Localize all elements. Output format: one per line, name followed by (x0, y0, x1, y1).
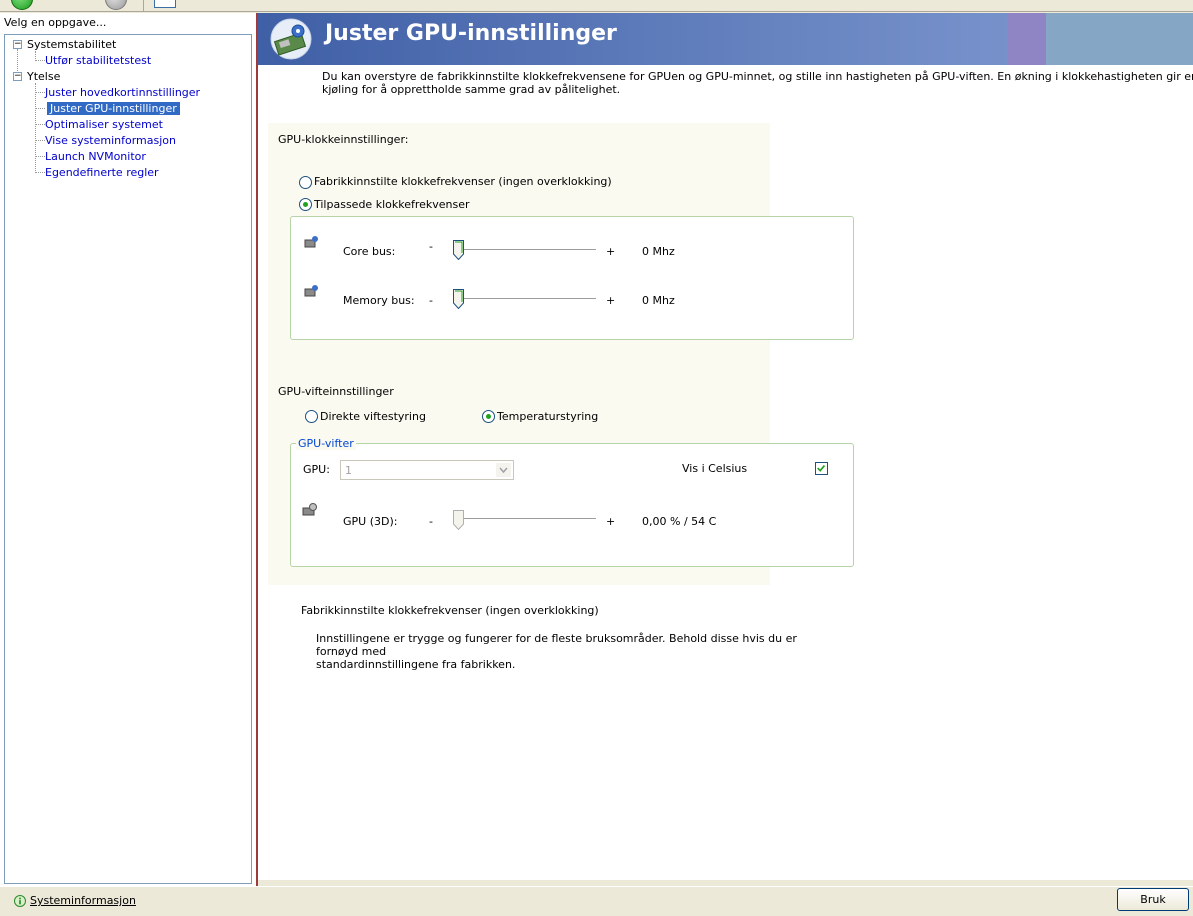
core-chip-icon (304, 236, 318, 248)
description-title: Fabrikkinnstilte klokkefrekvenser (ingen… (301, 604, 599, 617)
page-title: Juster GPU-innstillinger (325, 21, 617, 46)
status-bar: Systeminformasjon Bruk (0, 886, 1193, 916)
description-body: Innstillingene er trygge og fungerer for… (316, 632, 836, 671)
tree-line (35, 140, 45, 141)
memory-value: 0 Mhz (642, 294, 675, 307)
tree-group-ytelse[interactable]: Ytelse (27, 70, 60, 83)
gpu3d-slider-track[interactable] (454, 518, 596, 520)
tree-item-gpu-settings[interactable]: Juster GPU-innstillinger (47, 102, 180, 115)
core-plus: + (606, 245, 616, 258)
radio-direct-fan[interactable] (305, 410, 318, 423)
core-slider-thumb[interactable] (453, 240, 464, 260)
tree-line (35, 108, 45, 109)
tree-line (35, 124, 45, 125)
task-pane: Velg en oppgave... − Systemstabilitet Ut… (0, 13, 256, 886)
clock-group (290, 216, 854, 340)
radio-custom-clock-label[interactable]: Tilpassede klokkefrekvenser (314, 198, 470, 211)
tree-item-hovedkort[interactable]: Juster hovedkortinnstillinger (45, 86, 200, 99)
gpu3d-minus: - (429, 515, 433, 528)
tree-item-optimize[interactable]: Optimaliser systemet (45, 118, 163, 131)
gpu3d-slider-thumb[interactable] (453, 510, 464, 530)
gpu3d-plus: + (606, 515, 616, 528)
memory-slider-track[interactable] (454, 298, 596, 300)
fan-group-legend: GPU-vifter (296, 437, 356, 450)
info-icon (14, 895, 26, 907)
tree-line (35, 172, 45, 173)
core-minus: - (429, 240, 433, 253)
collapse-icon[interactable]: − (13, 72, 22, 81)
tree-item-nvmonitor[interactable]: Launch NVMonitor (45, 150, 146, 163)
gpu-select[interactable]: 1 (340, 460, 514, 480)
gpu-card-icon (270, 18, 312, 60)
tree-item-stabilitetstest[interactable]: Utfør stabilitetstest (45, 54, 151, 67)
collapse-icon[interactable]: − (13, 40, 22, 49)
radio-direct-fan-label[interactable]: Direkte viftestyring (320, 410, 426, 423)
chevron-down-icon[interactable] (496, 463, 511, 477)
toolbar (0, 0, 1193, 12)
memory-chip-icon (304, 285, 318, 297)
gpu3d-label: GPU (3D): (343, 515, 398, 528)
memory-plus: + (606, 294, 616, 307)
back-arrow-icon[interactable] (11, 0, 33, 10)
header-accent (1046, 13, 1193, 65)
fan-icon (302, 503, 317, 516)
core-value: 0 Mhz (642, 245, 675, 258)
content-pane: Juster GPU-innstillinger Du kan overstyr… (258, 13, 1193, 880)
tree-line (35, 60, 45, 61)
status-bar-divider (0, 886, 1193, 887)
radio-factory-clock[interactable] (299, 176, 312, 189)
toolbar-divider (143, 0, 144, 11)
sysinfo-link[interactable]: Systeminformasjon (30, 894, 136, 907)
radio-custom-clock[interactable] (299, 198, 312, 211)
check-icon (817, 464, 826, 472)
intro-line: kjøling for å opprettholde samme grad av… (322, 83, 621, 96)
description-line: standardinnstillingene fra fabrikken. (316, 658, 516, 671)
tree-line (35, 156, 45, 157)
intro-line: Du kan overstyre de fabrikkinnstilte klo… (322, 70, 1193, 83)
memory-bus-label: Memory bus: (343, 294, 415, 307)
view-icon[interactable] (154, 0, 176, 8)
core-bus-label: Core bus: (343, 245, 396, 258)
gpu3d-value: 0,00 % / 54 C (642, 515, 717, 528)
radio-factory-clock-label[interactable]: Fabrikkinnstilte klokkefrekvenser (ingen… (314, 175, 612, 188)
gpu-select-value: 1 (345, 464, 352, 477)
header-accent (1008, 13, 1046, 65)
apply-button[interactable]: Bruk (1117, 888, 1189, 911)
gpu-select-label: GPU: (303, 463, 330, 476)
task-pane-title: Velg en oppgave... (4, 16, 107, 29)
memory-slider-thumb[interactable] (453, 289, 464, 309)
fan-section-label: GPU-vifteinnstillinger (278, 385, 394, 398)
tree-item-sysinfo[interactable]: Vise systeminformasjon (45, 134, 176, 147)
tree-item-custom-rules[interactable]: Egendefinerte regler (45, 166, 159, 179)
celsius-label: Vis i Celsius (682, 462, 748, 475)
radio-temp-fan[interactable] (482, 410, 495, 423)
tree-line (35, 83, 36, 173)
tree-group-systemstabilitet[interactable]: Systemstabilitet (27, 38, 116, 51)
tree-line (35, 92, 45, 93)
radio-temp-fan-label[interactable]: Temperaturstyring (497, 410, 598, 423)
forward-arrow-icon[interactable] (105, 0, 127, 10)
celsius-checkbox[interactable] (815, 462, 828, 475)
core-slider-track[interactable] (454, 249, 596, 251)
memory-minus: - (429, 294, 433, 307)
page-header: Juster GPU-innstillinger (258, 13, 1193, 65)
task-tree[interactable]: − Systemstabilitet Utfør stabilitetstest… (4, 34, 252, 884)
clock-section-label: GPU-klokkeinnstillinger: (278, 133, 409, 146)
description-line: Innstillingene er trygge og fungerer for… (316, 632, 797, 658)
intro-text: Du kan overstyre de fabrikkinnstilte klo… (322, 70, 1193, 96)
